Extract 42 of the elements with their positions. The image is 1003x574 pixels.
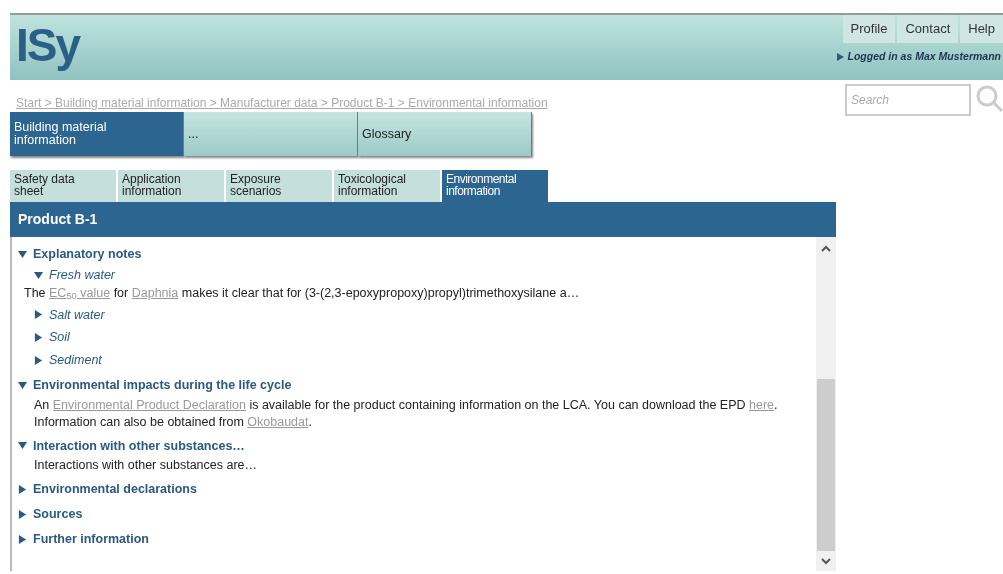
triangle-down-icon xyxy=(18,249,27,259)
chevron-down-icon[interactable] xyxy=(821,557,831,565)
panel-title: Product B-1 xyxy=(18,210,98,229)
paragraph: The EC$_{50}$ value for Daphnia makes it clear that for (3-(2,3-epoxypropoxy)propyl)trimethoxysilane a… xyxy=(24,284,581,302)
top-link[interactable]: Contact xyxy=(897,15,959,43)
subsection-heading[interactable]: Salt water xyxy=(34,305,105,325)
section-heading[interactable]: Explanatory notes xyxy=(18,245,142,264)
body-text: Interactions with other substances are… xyxy=(34,457,259,475)
triangle-down-icon xyxy=(18,380,27,390)
triangle-right-icon xyxy=(34,333,43,343)
subsection-heading[interactable]: Sediment xyxy=(34,351,102,370)
triangle-right-icon xyxy=(34,310,43,320)
triangle-down-icon xyxy=(34,270,43,280)
nav-tab[interactable]: Building material information xyxy=(10,112,184,156)
top-link[interactable]: Profile xyxy=(842,15,896,43)
tab[interactable]: Application information xyxy=(118,170,224,202)
triangle-right-icon xyxy=(836,52,844,61)
triangle-right-icon xyxy=(18,509,27,519)
section-heading[interactable]: Interaction with other substances… xyxy=(18,436,245,456)
tab[interactable]: Environmental information xyxy=(442,170,548,202)
subsection-heading[interactable]: Soil xyxy=(34,328,70,347)
triangle-down-icon xyxy=(18,441,27,451)
triangle-right-icon xyxy=(34,355,43,365)
tab[interactable]: Safety data sheet xyxy=(10,170,116,202)
paragraph: An Environmental Product Declaration is available for the product containing information on the LCA. You can download the EPD here. Information can also be obtained from Okobaudat. xyxy=(34,396,779,431)
section-heading[interactable]: Environmental impacts during the life cycle xyxy=(18,375,292,395)
logo: ISy xyxy=(15,18,80,73)
nav-tab[interactable]: ... xyxy=(184,112,358,156)
tab[interactable]: Toxicological information xyxy=(334,170,440,202)
triangle-right-icon xyxy=(18,485,27,495)
section-heading[interactable]: Environmental declarations xyxy=(18,480,197,499)
top-link[interactable]: Help xyxy=(960,15,1003,43)
scroll-thumb[interactable] xyxy=(817,379,835,551)
chevron-up-icon[interactable] xyxy=(821,245,831,253)
subsection-heading[interactable]: Fresh water xyxy=(34,265,115,285)
nav-tab[interactable]: Glossary xyxy=(358,112,532,156)
login-status: Logged in as Max Mustermann xyxy=(847,49,1001,64)
section-heading[interactable]: Sources xyxy=(18,505,83,524)
search-field[interactable]: Search xyxy=(845,84,971,116)
triangle-right-icon xyxy=(18,534,27,544)
section-heading[interactable]: Further information xyxy=(18,529,149,549)
tab[interactable]: Exposure scenarios xyxy=(226,170,332,202)
